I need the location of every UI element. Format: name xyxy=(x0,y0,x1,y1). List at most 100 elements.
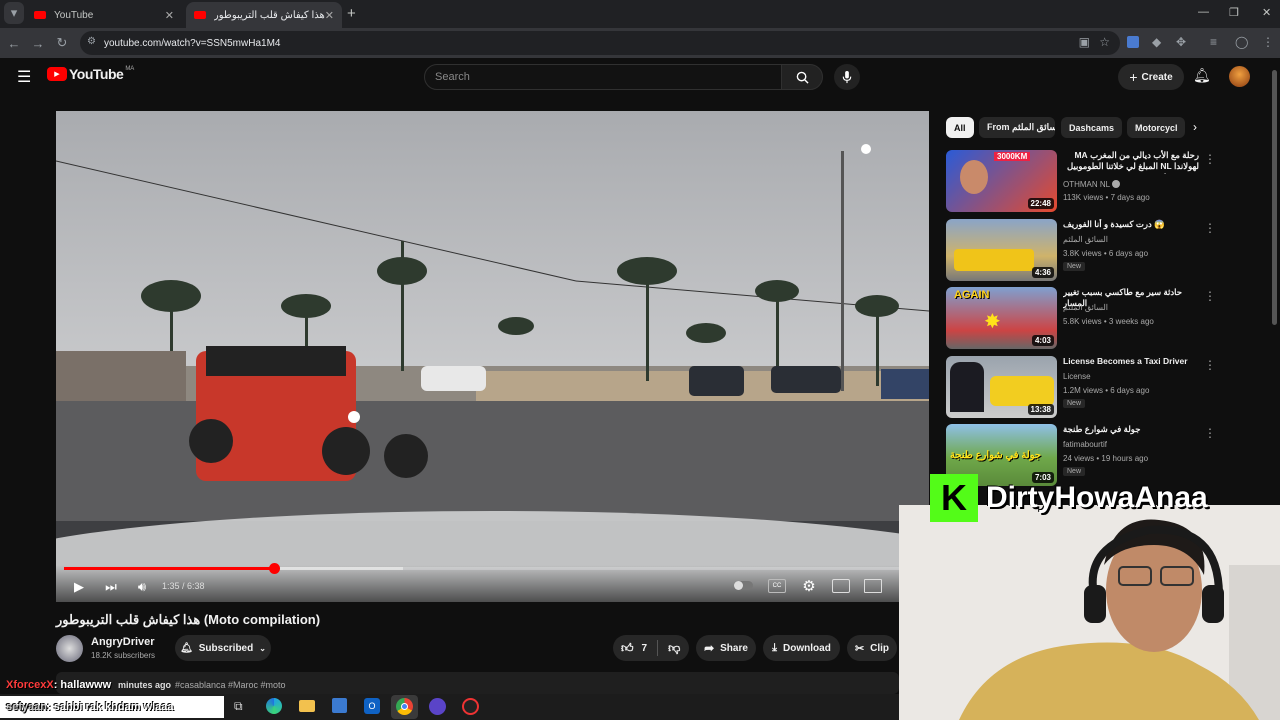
menu-hamburger-icon[interactable]: ☰ xyxy=(17,67,31,87)
voice-search-button[interactable] xyxy=(834,64,860,90)
kick-logo-icon: K xyxy=(930,474,978,522)
translate-extension-icon[interactable] xyxy=(1127,36,1139,48)
chrome-taskbar-item[interactable] xyxy=(391,695,418,719)
chip-motorcycles[interactable]: Motorcycl xyxy=(1127,117,1185,138)
list-item[interactable]: AGAIN ✸ 4:03 حادثة سير مع طاكسي بسبب تغي… xyxy=(946,287,1216,351)
video-title[interactable]: License Becomes a Taxi Driver xyxy=(1063,356,1199,367)
create-button[interactable]: + Create xyxy=(1118,64,1184,90)
channel-avatar[interactable] xyxy=(56,635,83,662)
chevron-right-icon[interactable]: › xyxy=(1193,120,1197,134)
video-player[interactable] xyxy=(56,111,929,602)
list-item[interactable]: 13:38 License Becomes a Taxi Driver Lice… xyxy=(946,356,1216,420)
tab-close-icon[interactable]: ✕ xyxy=(165,9,174,22)
file-explorer-icon[interactable] xyxy=(299,700,315,712)
reading-list-icon[interactable]: ≡ xyxy=(1210,35,1217,49)
search-button[interactable] xyxy=(781,64,823,90)
thumbnail[interactable]: 3000KM 22:48 xyxy=(946,150,1057,212)
site-info-icon[interactable]: ⚙ xyxy=(87,36,96,47)
channel-name[interactable]: السائق الملثم xyxy=(1063,303,1108,312)
thumbs-down-icon[interactable]: 👎︎ xyxy=(668,641,680,656)
tab-youtube[interactable]: YouTube ✕ xyxy=(26,2,182,28)
restore-icon[interactable]: ❐ xyxy=(1229,6,1239,19)
channel-name[interactable]: fatimabourtif xyxy=(1063,440,1107,449)
reload-icon[interactable]: ↻ xyxy=(50,31,74,55)
subscribed-button[interactable]: 🔔︎ Subscribed ⌄ xyxy=(175,635,271,661)
video-title[interactable]: 😱 درت كسيدة و أنا الفوريف xyxy=(1063,219,1199,230)
thumbnail-person xyxy=(950,362,984,412)
extension-diamond-icon[interactable]: ◆ xyxy=(1152,35,1161,49)
close-window-icon[interactable]: ✕ xyxy=(1262,6,1271,19)
chat-username: sefyaan xyxy=(6,701,47,713)
channel-name[interactable]: AngryDriver xyxy=(91,636,155,648)
settings-gear-icon[interactable]: ⚙ xyxy=(800,577,818,595)
search-input[interactable]: Search xyxy=(424,64,782,90)
progress-track[interactable] xyxy=(64,563,921,574)
store-icon[interactable] xyxy=(332,698,347,713)
channel-name[interactable]: License xyxy=(1063,372,1091,381)
forward-icon[interactable]: → xyxy=(26,31,50,55)
more-options-icon[interactable]: ⋮ xyxy=(1204,221,1216,235)
channel-name[interactable]: السائق الملثم xyxy=(1063,235,1108,244)
page-scrollbar[interactable] xyxy=(1272,70,1277,325)
channel-name[interactable]: OTHMAN NL xyxy=(1063,180,1110,189)
chip-all[interactable]: All xyxy=(946,117,974,138)
time-display: 1:35 / 6:38 xyxy=(162,581,205,591)
more-options-icon[interactable]: ⋮ xyxy=(1204,152,1216,166)
avatar[interactable] xyxy=(1229,66,1250,87)
hashtags[interactable]: #casablanca #Maroc #moto xyxy=(175,680,286,690)
like-dislike-group: 👍︎ 7 👎︎ xyxy=(613,635,689,661)
chip-dashcams[interactable]: Dashcams xyxy=(1061,117,1123,138)
clip-label: Clip xyxy=(870,642,890,654)
more-options-icon[interactable]: ⋮ xyxy=(1204,289,1216,303)
theater-mode-icon[interactable] xyxy=(864,579,882,593)
list-item[interactable]: 3000KM 22:48 رحلة مع الأب ديالي من المغر… xyxy=(946,150,1216,214)
volume-icon[interactable]: 🔊︎ xyxy=(133,578,151,596)
tab-search-button[interactable]: ▾ xyxy=(4,2,24,24)
autoplay-toggle[interactable] xyxy=(734,581,753,590)
thumbnail[interactable]: 4:36 xyxy=(946,219,1057,281)
new-badge: New xyxy=(1063,399,1086,408)
share-button[interactable]: ➦ Share xyxy=(696,635,756,661)
captions-icon[interactable]: CC xyxy=(768,579,786,593)
microphone-icon xyxy=(842,70,852,83)
chip-from-channel[interactable]: From السائق الملثم xyxy=(979,117,1055,138)
more-options-icon[interactable]: ⋮ xyxy=(1204,358,1216,372)
more-options-icon[interactable]: ⋮ xyxy=(1204,426,1216,440)
scrubber-handle[interactable] xyxy=(268,563,280,574)
like-count: 7 xyxy=(641,642,648,654)
play-icon[interactable]: ▶ xyxy=(70,578,88,596)
cast-icon[interactable]: ▣ xyxy=(1079,35,1090,49)
video-title[interactable]: رحلة مع الأب ديالي من المغرب MA لهولاندا… xyxy=(1063,150,1199,174)
notifications-bell-icon[interactable]: 🔔︎ xyxy=(1193,67,1211,84)
task-view-icon[interactable]: ⧉ xyxy=(234,699,243,714)
played-bar xyxy=(64,567,274,570)
profile-icon[interactable]: ◯ xyxy=(1235,35,1248,49)
download-button[interactable]: ⤓ Download xyxy=(763,635,840,661)
thumbnail-face xyxy=(960,160,988,194)
minimize-icon[interactable]: — xyxy=(1198,6,1209,18)
thumbnail[interactable]: AGAIN ✸ 4:03 xyxy=(946,287,1057,349)
outlook-icon[interactable]: O xyxy=(364,698,380,714)
thumbnail[interactable]: 13:38 xyxy=(946,356,1057,418)
extensions-puzzle-icon[interactable]: ✥ xyxy=(1176,35,1186,49)
obs-icon[interactable] xyxy=(462,698,479,715)
bookmark-star-icon[interactable]: ☆ xyxy=(1099,35,1110,49)
edge-icon[interactable] xyxy=(266,698,282,714)
list-item[interactable]: 4:36 😱 درت كسيدة و أنا الفوريف السائق ال… xyxy=(946,219,1216,283)
youtube-logo[interactable]: ▶ YouTube MA xyxy=(47,66,134,82)
new-tab-button[interactable]: + xyxy=(347,5,356,22)
tab-close-icon[interactable]: ✕ xyxy=(325,9,334,22)
create-label: Create xyxy=(1141,71,1173,83)
miniplayer-icon[interactable] xyxy=(832,579,850,593)
video-title[interactable]: جولة في شوارع طنجة xyxy=(1063,424,1199,435)
like-button[interactable]: 👍︎ 7 xyxy=(621,641,647,656)
chat-username: XforcexX xyxy=(6,679,54,691)
back-icon[interactable]: ← xyxy=(2,31,26,55)
app-icon[interactable] xyxy=(429,698,446,715)
browser-menu-icon[interactable]: ⋮ xyxy=(1262,35,1274,49)
tab-current-video[interactable]: هذا كيفاش قلب التريبوطور (Moto compilati… xyxy=(186,2,342,28)
clip-button[interactable]: ✂ Clip xyxy=(847,635,897,661)
next-icon[interactable]: ⏭︎ xyxy=(102,578,120,596)
streamer-name: DirtyHowaAnaa xyxy=(986,481,1208,514)
address-bar[interactable]: ⚙ youtube.com/watch?v=SSN5mwHa1M4 ▣ ☆ xyxy=(80,31,1120,55)
